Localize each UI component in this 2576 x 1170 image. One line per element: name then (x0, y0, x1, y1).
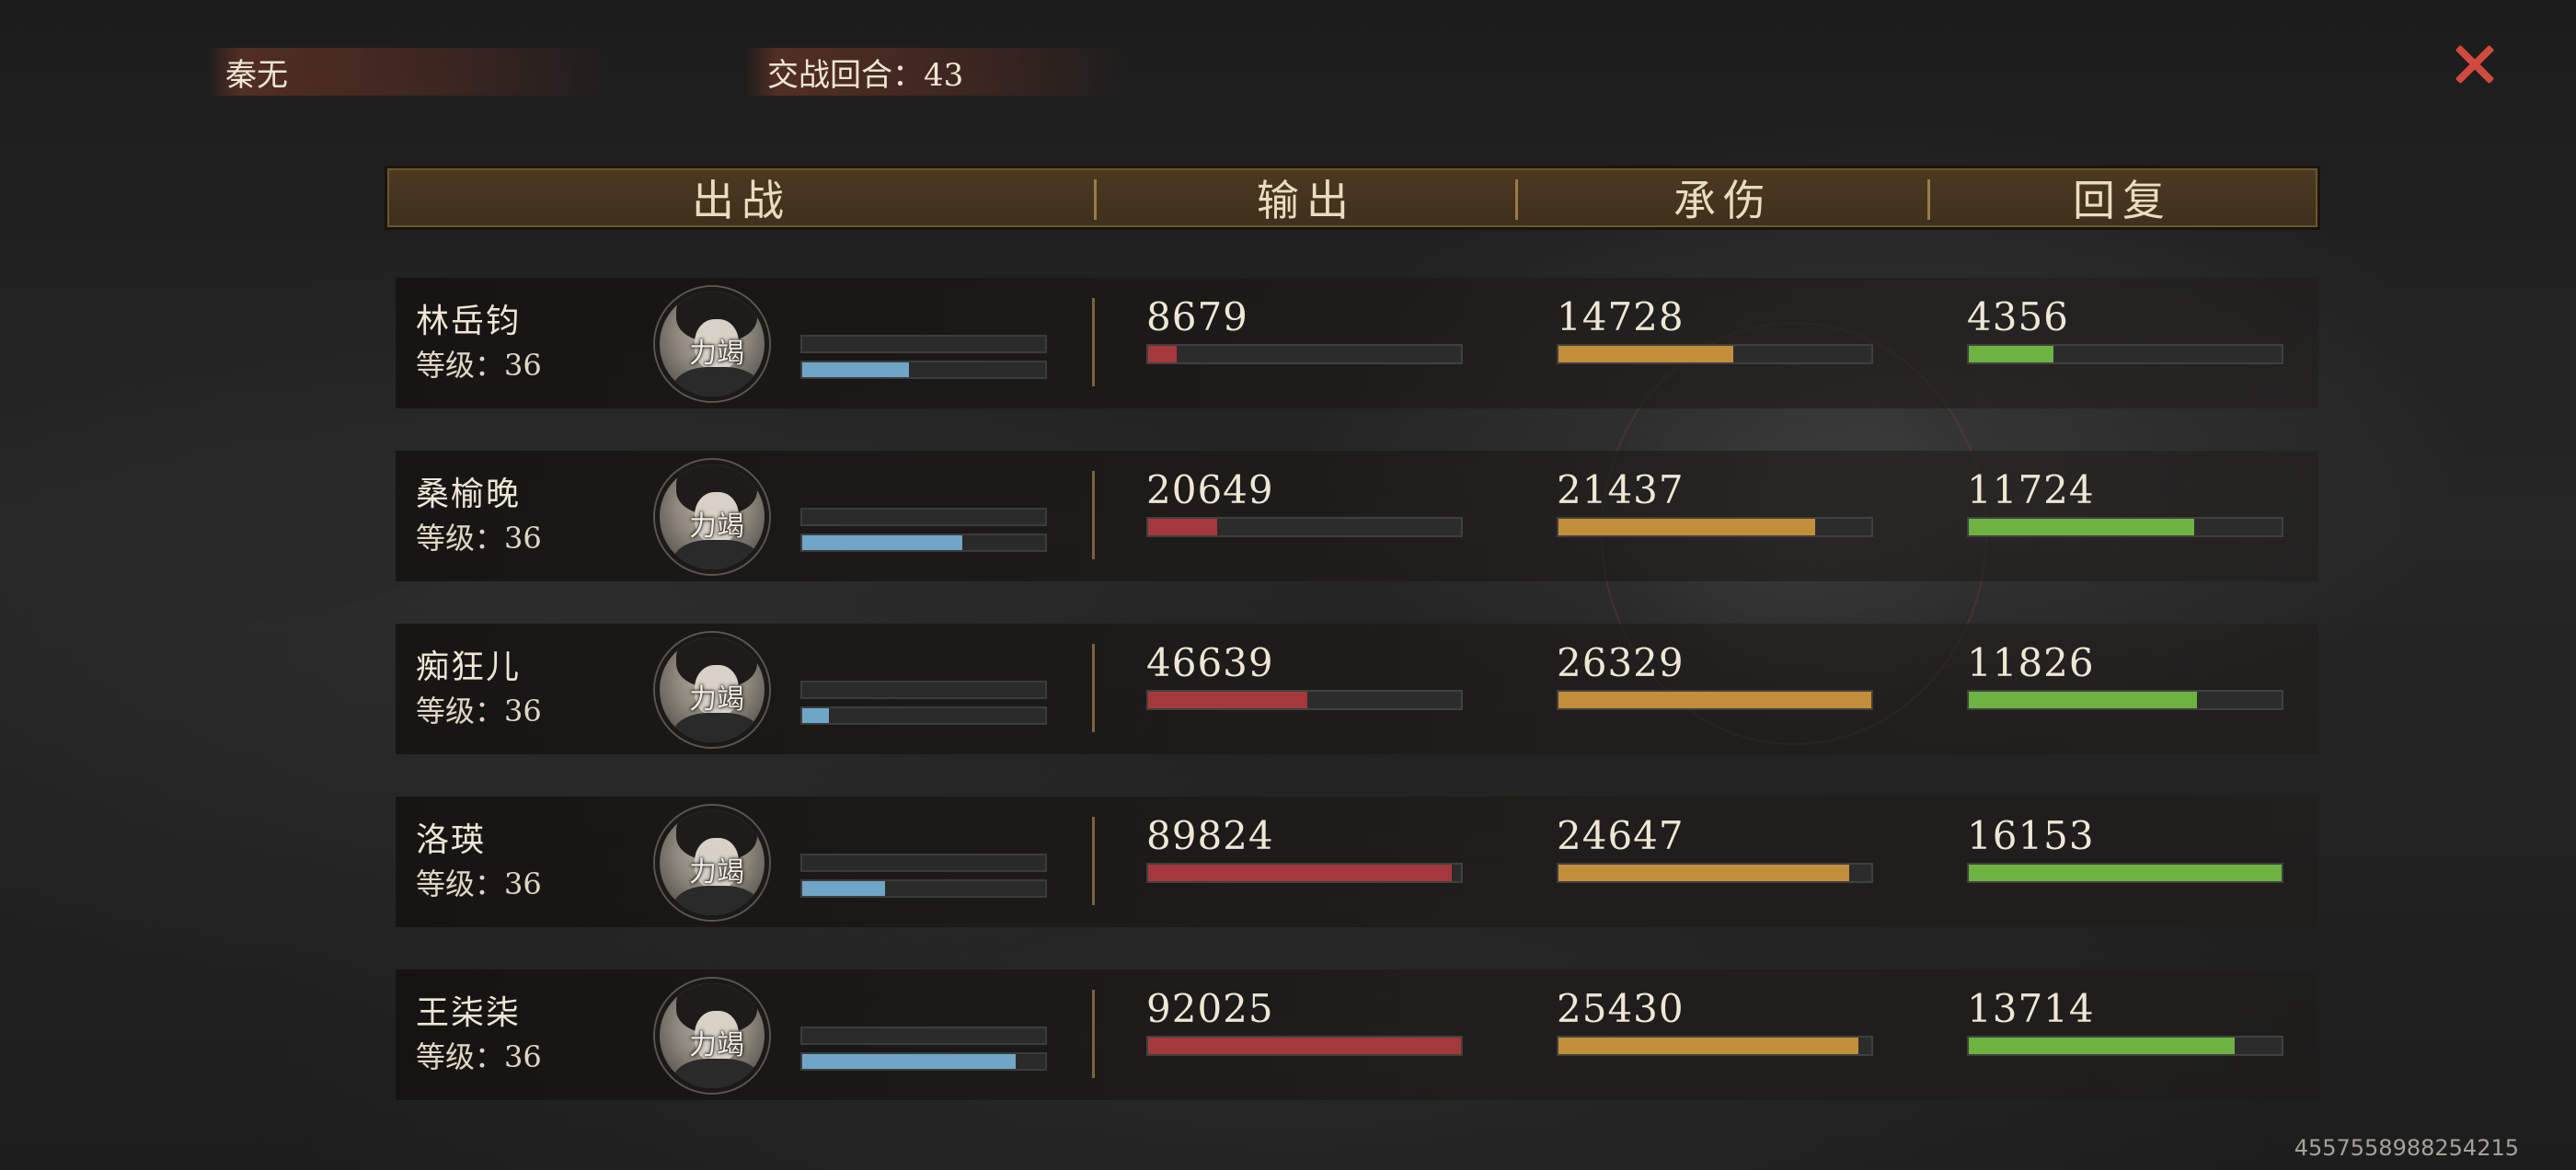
row-divider (1092, 644, 1095, 732)
round-count-plate: 交战回合：43 (745, 48, 1132, 96)
damage-taken-stat: 24647 (1557, 815, 1873, 883)
hp-bar (800, 533, 1047, 552)
damage-taken-stat: 25430 (1557, 988, 1873, 1056)
energy-bar (800, 1027, 1047, 1045)
healing-stat: 4356 (1967, 296, 2283, 364)
fighter-name: 林岳钧 (416, 303, 522, 340)
energy-bar (800, 335, 1047, 353)
header-damage-taken: 承伤 (1673, 176, 1773, 225)
healing-bar (1967, 1036, 2283, 1056)
healing-stat: 11724 (1967, 469, 2283, 537)
energy-bar (800, 681, 1047, 699)
row-divider (1092, 817, 1095, 905)
fighter-name: 痴狂儿 (416, 648, 522, 686)
fighter-avatar: 力竭 (655, 633, 769, 747)
damage-taken-bar (1557, 517, 1873, 537)
output-stat: 89824 (1146, 815, 1463, 883)
exhausted-stamp: 力竭 (689, 856, 744, 889)
healing-bar (1967, 517, 2283, 537)
hp-bar (800, 361, 1047, 379)
output-bar (1146, 1036, 1463, 1056)
fighter-row: 洛瑛 等级：36 力竭 89824 24647 16153 (396, 797, 2318, 927)
header-output: 输出 (1257, 176, 1356, 225)
output-stat: 46639 (1146, 642, 1463, 710)
healing-stat: 13714 (1967, 988, 2283, 1056)
output-value: 92025 (1146, 986, 1274, 1031)
healing-bar (1967, 690, 2283, 710)
fighter-row: 痴狂儿 等级：36 力竭 46639 26329 11826 (396, 624, 2318, 754)
healing-bar (1967, 863, 2283, 883)
output-bar (1146, 863, 1463, 883)
output-bar (1146, 690, 1463, 710)
output-stat: 20649 (1146, 469, 1463, 537)
healing-value: 11724 (1967, 467, 2095, 512)
fighter-avatar: 力竭 (655, 460, 769, 574)
healing-value: 13714 (1967, 986, 2095, 1031)
hp-bar (800, 879, 1047, 898)
fighter-row: 王柒柒 等级：36 力竭 92025 25430 13714 (396, 969, 2318, 1100)
damage-taken-bar (1557, 863, 1873, 883)
damage-taken-value: 24647 (1557, 813, 1685, 858)
fighter-name: 桑榆晚 (416, 476, 522, 513)
fighter-avatar: 力竭 (655, 806, 769, 920)
fighter-row: 林岳钧 等级：36 力竭 8679 14728 4356 (396, 278, 2318, 408)
row-divider (1092, 990, 1095, 1078)
healing-stat: 11826 (1967, 642, 2283, 710)
damage-taken-bar (1557, 1036, 1873, 1056)
damage-taken-value: 21437 (1557, 467, 1685, 512)
fighter-level: 等级：36 (416, 521, 542, 556)
output-stat: 92025 (1146, 988, 1463, 1056)
fighter-level: 等级：36 (416, 348, 542, 383)
row-divider (1092, 298, 1095, 386)
healing-value: 16153 (1967, 813, 2095, 858)
fighter-level: 等级：36 (416, 1039, 542, 1074)
damage-taken-value: 26329 (1557, 640, 1685, 685)
output-bar (1146, 517, 1463, 537)
output-value: 89824 (1146, 813, 1274, 858)
damage-taken-value: 25430 (1557, 986, 1685, 1031)
close-icon[interactable] (2451, 40, 2499, 88)
damage-taken-value: 14728 (1557, 294, 1685, 339)
fighter-avatar: 力竭 (655, 287, 769, 401)
player-name: 秦无 (225, 56, 288, 94)
exhausted-stamp: 力竭 (689, 338, 744, 370)
output-value: 46639 (1146, 640, 1274, 685)
fighter-name: 洛瑛 (416, 821, 487, 859)
output-stat: 8679 (1146, 296, 1463, 364)
player-name-plate: 秦无 (207, 48, 612, 96)
exhausted-stamp: 力竭 (689, 510, 744, 543)
output-value: 8679 (1146, 294, 1248, 339)
healing-stat: 16153 (1967, 815, 2283, 883)
hp-bar (800, 1052, 1047, 1071)
user-id: 4557558988254215 (2294, 1135, 2519, 1161)
header-healing: 回复 (2073, 176, 2172, 225)
exhausted-stamp: 力竭 (689, 683, 744, 716)
healing-value: 11826 (1967, 640, 2095, 685)
healing-value: 4356 (1967, 294, 2069, 339)
header-fighter: 出战 (692, 176, 791, 225)
row-divider (1092, 471, 1095, 559)
healing-bar (1967, 344, 2283, 364)
round-count: 交战回合：43 (767, 56, 964, 94)
stats-table-header: 出战 输出 承伤 回复 (385, 166, 2320, 230)
fighter-level: 等级：36 (416, 694, 542, 728)
output-value: 20649 (1146, 467, 1274, 512)
energy-bar (800, 508, 1047, 526)
fighter-name: 王柒柒 (416, 994, 522, 1032)
hp-bar (800, 706, 1047, 725)
fighter-level: 等级：36 (416, 866, 542, 901)
energy-bar (800, 854, 1047, 872)
fighter-row: 桑榆晚 等级：36 力竭 20649 21437 11724 (396, 451, 2318, 581)
damage-taken-stat: 14728 (1557, 296, 1873, 364)
damage-taken-bar (1557, 344, 1873, 364)
output-bar (1146, 344, 1463, 364)
exhausted-stamp: 力竭 (689, 1029, 744, 1061)
damage-taken-stat: 26329 (1557, 642, 1873, 710)
damage-taken-stat: 21437 (1557, 469, 1873, 537)
fighter-avatar: 力竭 (655, 979, 769, 1093)
damage-taken-bar (1557, 690, 1873, 710)
